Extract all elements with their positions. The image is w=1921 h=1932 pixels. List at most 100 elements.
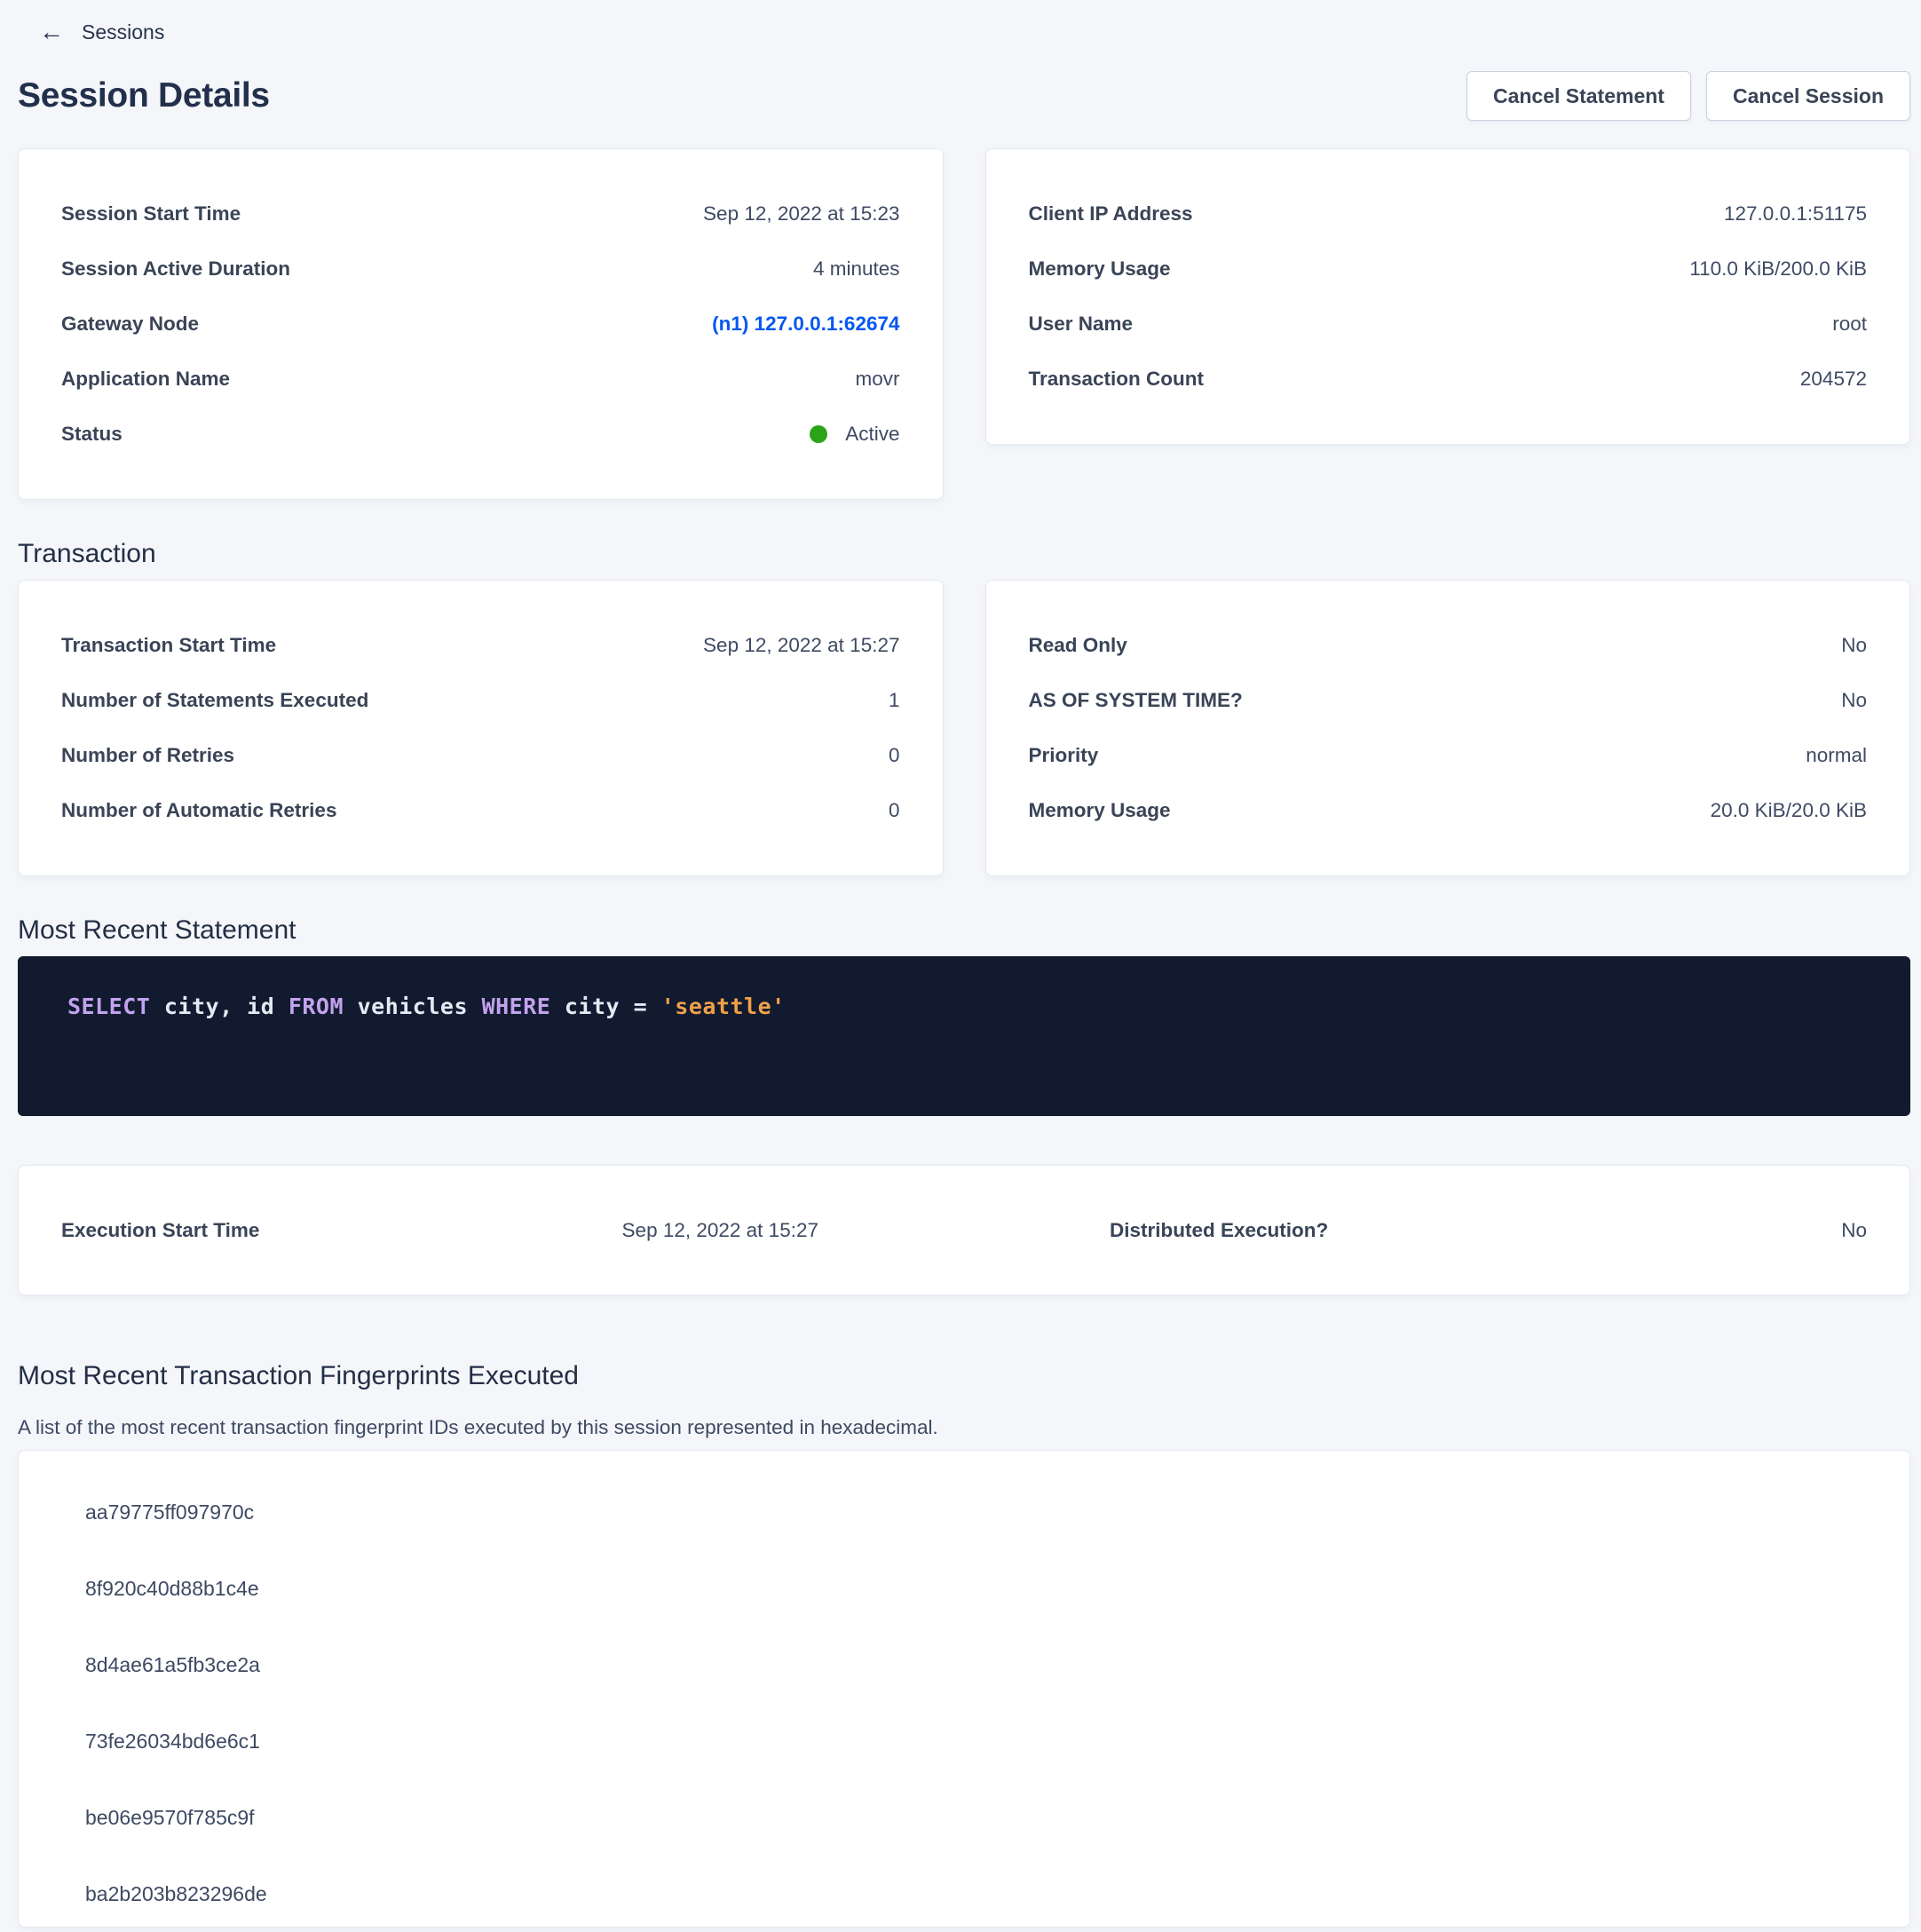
session-summary-card-left: Session Start TimeSep 12, 2022 at 15:23S…	[18, 148, 944, 500]
transaction-heading: Transaction	[18, 539, 1910, 569]
sql-token-plain: city =	[550, 994, 660, 1019]
gateway-node-link[interactable]: (n1) 127.0.0.1:62674	[712, 313, 899, 336]
summary-row: Number of Statements Executed 1	[61, 673, 900, 728]
fingerprint-id: 8f920c40d88b1c4e	[85, 1577, 259, 1601]
fingerprint-id: aa79775ff097970c	[85, 1500, 254, 1524]
row-label: Transaction Start Time	[61, 634, 276, 657]
session-summary-grid: Session Start TimeSep 12, 2022 at 15:23S…	[18, 148, 1910, 500]
summary-row: Session Start Time Sep 12, 2022 at 15:23	[61, 186, 900, 242]
row-label: Execution Start Time	[61, 1219, 259, 1242]
sql-token-plain: vehicles	[344, 994, 482, 1019]
fingerprint-row: 73fe26034bd6e6c1	[19, 1703, 1909, 1779]
row-value: 110.0 KiB/200.0 KiB	[1689, 257, 1867, 281]
row-label: Session Start Time	[61, 202, 241, 226]
fingerprint-row: 8f920c40d88b1c4e	[19, 1550, 1909, 1627]
row-label: Gateway Node	[61, 313, 199, 336]
row-value: 20.0 KiB/20.0 KiB	[1711, 799, 1867, 822]
statement-heading: Most Recent Statement	[18, 915, 1910, 946]
summary-row: Memory Usage 20.0 KiB/20.0 KiB	[1029, 783, 1868, 838]
row-label: Number of Retries	[61, 744, 234, 767]
page-header: Session Details Cancel Statement Cancel …	[18, 71, 1910, 121]
row-label: User Name	[1029, 313, 1134, 336]
session-details-page: ← Sessions Session Details Cancel Statem…	[0, 0, 1921, 1928]
row-value: Sep 12, 2022 at 15:23	[703, 202, 899, 226]
status-text: Active	[845, 423, 899, 446]
summary-row: Number of Retries 0	[61, 728, 900, 783]
row-label: Distributed Execution?	[1110, 1219, 1328, 1242]
summary-row: Priority normal	[1029, 728, 1868, 783]
row-value: 0	[889, 744, 900, 767]
summary-row: Read Only No	[1029, 618, 1868, 673]
summary-row: Client IP Address 127.0.0.1:51175	[1029, 186, 1868, 242]
row-value: normal	[1806, 744, 1867, 767]
row-label: Client IP Address	[1029, 202, 1193, 226]
row-value: No	[1841, 1219, 1867, 1242]
row-label: Application Name	[61, 368, 230, 391]
row-label: Memory Usage	[1029, 799, 1171, 822]
summary-row: Session Active Duration 4 minutes	[61, 242, 900, 297]
row-label: Number of Automatic Retries	[61, 799, 336, 822]
fingerprint-row: aa79775ff097970c	[19, 1474, 1909, 1550]
summary-row: Number of Automatic Retries 0	[61, 783, 900, 838]
summary-row: AS OF SYSTEM TIME? No	[1029, 673, 1868, 728]
page-title: Session Details	[18, 76, 270, 115]
breadcrumb[interactable]: ← Sessions	[39, 20, 164, 44]
summary-row: User Name root	[1029, 297, 1868, 352]
row-label: Status	[61, 423, 123, 446]
row-value: Active	[810, 423, 899, 446]
fingerprint-id: 8d4ae61a5fb3ce2a	[85, 1653, 260, 1677]
sql-token-plain: city, id	[150, 994, 289, 1019]
row-value: 204572	[1800, 368, 1867, 391]
execution-card: Execution Start Time Sep 12, 2022 at 15:2…	[18, 1165, 1910, 1295]
row-label: Session Active Duration	[61, 257, 290, 281]
fingerprints-description: A list of the most recent transaction fi…	[18, 1416, 1910, 1439]
summary-row: Transaction Start Time Sep 12, 2022 at 15…	[61, 618, 900, 673]
sql-token-keyword: SELECT	[67, 994, 150, 1019]
row-value: 1	[889, 689, 900, 712]
row-label: Memory Usage	[1029, 257, 1171, 281]
fingerprints-heading: Most Recent Transaction Fingerprints Exe…	[18, 1361, 1910, 1391]
transaction-card-right: Read Only No AS OF SYSTEM TIME? No Priority n…	[985, 580, 1911, 876]
fingerprint-row: 8d4ae61a5fb3ce2a	[19, 1627, 1909, 1703]
fingerprint-id: 73fe26034bd6e6c1	[85, 1730, 260, 1754]
transaction-card-left: Transaction Start Time Sep 12, 2022 at 15…	[18, 580, 944, 876]
sql-token-keyword: FROM	[289, 994, 344, 1019]
header-actions: Cancel Statement Cancel Session	[1466, 71, 1910, 121]
summary-row: Transaction Count 204572	[1029, 352, 1868, 407]
row-label: Priority	[1029, 744, 1099, 767]
summary-row: Memory Usage 110.0 KiB/200.0 KiB	[1029, 242, 1868, 297]
row-value: Sep 12, 2022 at 15:27	[703, 634, 899, 657]
breadcrumb-label: Sessions	[82, 20, 164, 44]
row-value: movr	[856, 368, 900, 391]
fingerprint-id: be06e9570f785c9f	[85, 1806, 255, 1830]
fingerprint-id: ba2b203b823296de	[85, 1882, 267, 1906]
row-label: Transaction Count	[1029, 368, 1205, 391]
sql-statement-box: SELECT city, id FROM vehicles WHERE city…	[18, 956, 1910, 1116]
row-value: root	[1832, 313, 1867, 336]
execution-item: Execution Start Time Sep 12, 2022 at 15:2…	[61, 1219, 818, 1242]
row-value: No	[1841, 689, 1867, 712]
row-value: No	[1841, 634, 1867, 657]
row-value: 0	[889, 799, 900, 822]
sql-token-string: 'seattle'	[661, 994, 786, 1019]
summary-row: Status Active	[61, 407, 900, 462]
status-active-dot	[810, 425, 827, 443]
fingerprint-row: ba2b203b823296de	[19, 1856, 1909, 1928]
transaction-grid: Transaction Start Time Sep 12, 2022 at 15…	[18, 580, 1910, 876]
fingerprints-card: aa79775ff097970c 8f920c40d88b1c4e 8d4ae61a…	[18, 1450, 1910, 1928]
summary-row: Gateway Node (n1) 127.0.0.1:62674	[61, 297, 900, 352]
row-value: 4 minutes	[813, 257, 900, 281]
sql-token-keyword: WHERE	[482, 994, 551, 1019]
execution-item: Distributed Execution? No	[1110, 1219, 1867, 1242]
back-arrow-icon: ←	[39, 20, 64, 44]
cancel-statement-button[interactable]: Cancel Statement	[1466, 71, 1691, 121]
row-label: AS OF SYSTEM TIME?	[1029, 689, 1243, 712]
row-value: 127.0.0.1:51175	[1724, 202, 1867, 226]
row-label: Number of Statements Executed	[61, 689, 368, 712]
fingerprint-row: be06e9570f785c9f	[19, 1779, 1909, 1856]
session-summary-card-right: Client IP Address 127.0.0.1:51175 Memory U…	[985, 148, 1911, 445]
row-value: Sep 12, 2022 at 15:27	[622, 1219, 818, 1242]
row-label: Read Only	[1029, 634, 1127, 657]
cancel-session-button[interactable]: Cancel Session	[1706, 71, 1910, 121]
summary-row: Application Name movr	[61, 352, 900, 407]
